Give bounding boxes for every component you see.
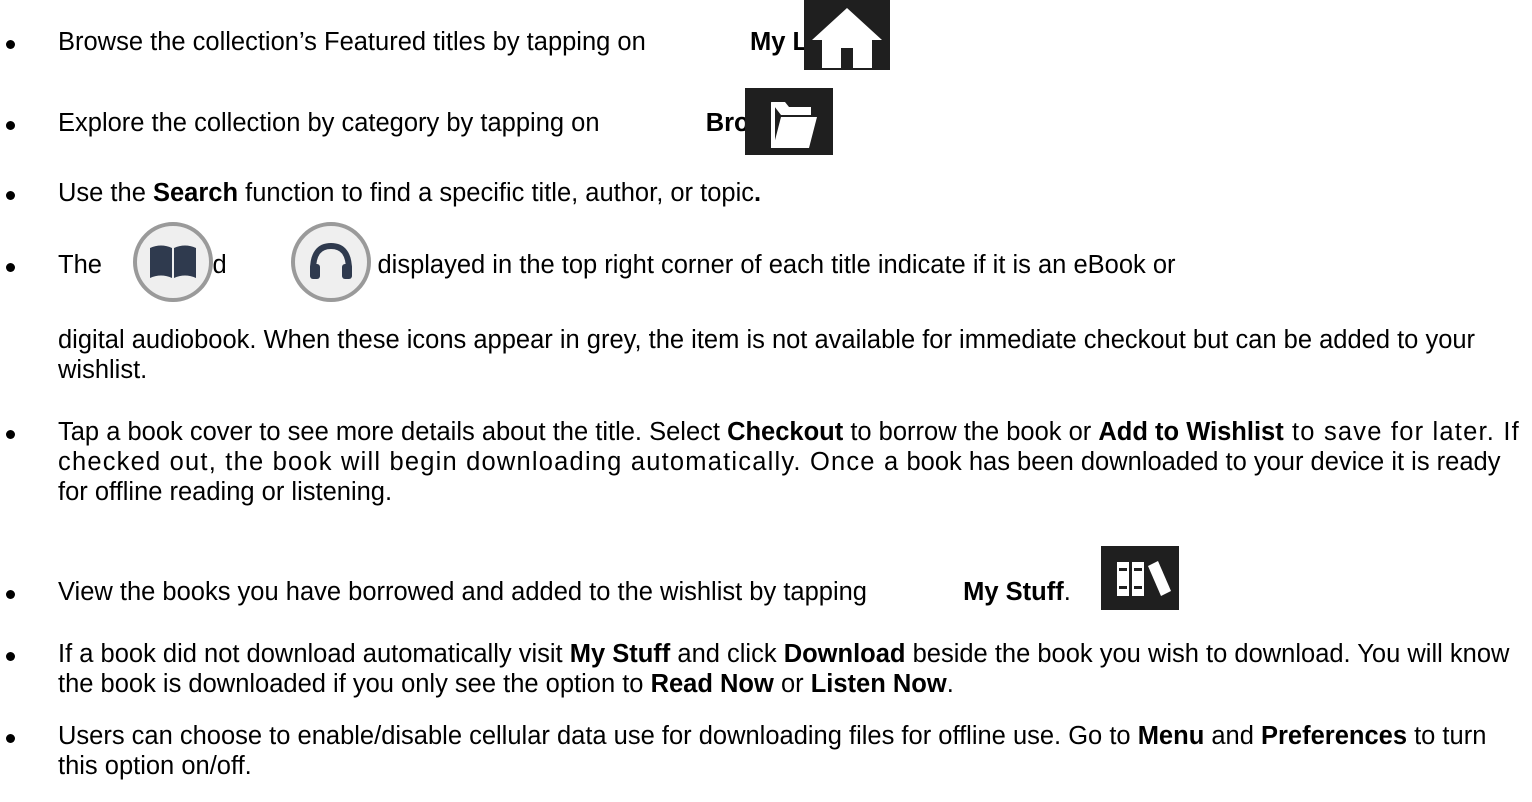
download-label: Download — [783, 640, 906, 668]
text: . — [753, 179, 762, 207]
bullet — [6, 430, 20, 444]
text: digital audiobook. When these icons appe… — [58, 326, 1476, 384]
text: . — [946, 670, 954, 698]
text: Browse the collection’s Featured titles … — [58, 28, 653, 56]
headphones-icon — [291, 222, 371, 302]
checkout-label: Checkout — [727, 418, 844, 446]
list-item-text-continued: digital audiobook. When these icons appe… — [58, 325, 1526, 385]
list-item-text: Users can choose to enable/disable cellu… — [58, 721, 1526, 781]
add-to-wishlist-label: Add to Wishlist — [1098, 418, 1284, 446]
text: and click — [670, 640, 784, 668]
bullet — [6, 734, 20, 748]
list-item-text: Tap a book cover to see more details abo… — [58, 417, 1526, 507]
preferences-label: Preferences — [1260, 722, 1407, 750]
text: or — [773, 670, 811, 698]
text: Tap a book cover to see more details abo… — [58, 418, 728, 446]
text: icons displayed in the top right corner … — [310, 251, 1176, 279]
bullet — [6, 263, 20, 277]
menu-label: Menu — [1137, 722, 1205, 750]
my-stuff-label: My Stuff — [963, 578, 1064, 606]
bullet — [6, 40, 20, 54]
my-stuff-label: My Stuff — [569, 640, 671, 668]
text: to borrow the book or — [843, 418, 1099, 446]
text: The — [58, 251, 110, 279]
bullet — [6, 652, 20, 666]
home-icon — [804, 0, 890, 70]
bullet — [6, 590, 20, 604]
list-item-text: Use the Search function to find a specif… — [58, 178, 1526, 208]
bullet — [6, 191, 20, 205]
list-item-text: View the books you have borrowed and add… — [58, 577, 1526, 607]
folder-icon — [745, 88, 833, 155]
text: and — [1204, 722, 1261, 750]
bullet — [6, 121, 20, 135]
ebook-icon — [133, 222, 213, 302]
bookshelf-icon — [1101, 546, 1179, 610]
text: function to find a specific title, autho… — [238, 179, 754, 207]
list-item-text: The and icons displayed in the top right… — [58, 250, 1526, 280]
list-item-text: Browse the collection’s Featured titles … — [58, 27, 1526, 57]
text: Use the — [58, 179, 153, 207]
list-item-text: If a book did not download automatically… — [58, 639, 1526, 699]
read-now-label: Read Now — [650, 670, 774, 698]
search-label: Search — [152, 179, 239, 207]
listen-now-label: Listen Now — [810, 670, 947, 698]
text: If a book did not download automatically… — [58, 640, 570, 668]
text: Users can choose to enable/disable cellu… — [58, 722, 1138, 750]
text: View the books you have borrowed and add… — [58, 578, 875, 606]
text: Explore the collection by category by ta… — [58, 109, 607, 137]
text: . — [1063, 578, 1071, 606]
